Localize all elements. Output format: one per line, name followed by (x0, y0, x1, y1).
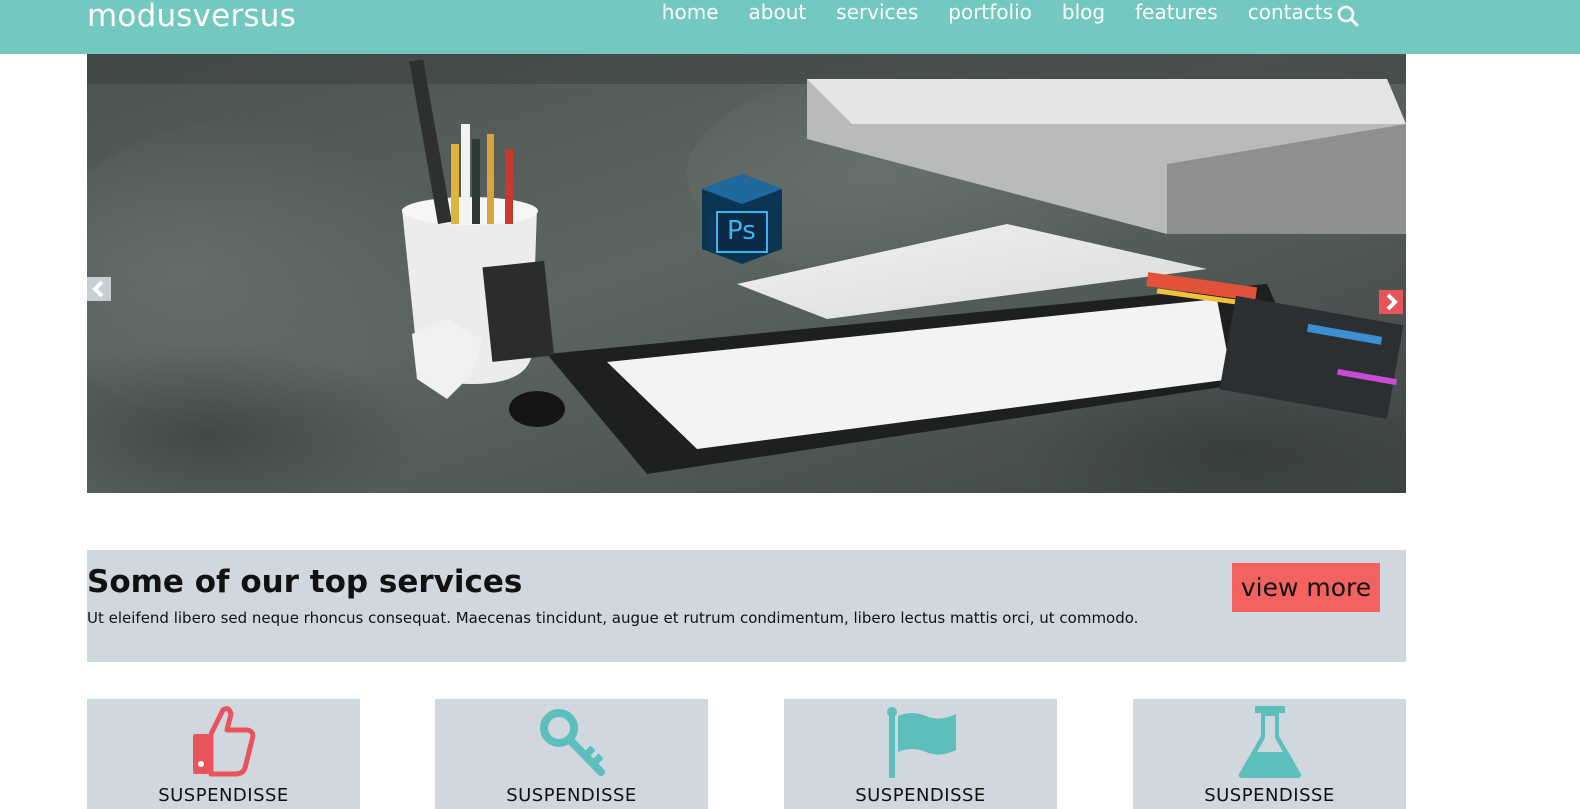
nav-about[interactable]: about (749, 0, 807, 28)
chevron-right-icon (1386, 293, 1398, 311)
nav-home[interactable]: home (662, 0, 719, 28)
main-nav: home about services portfolio blog featu… (662, 0, 1333, 28)
service-card[interactable]: SUSPENDISSE (87, 699, 360, 809)
chevron-left-icon (92, 280, 104, 298)
card-label: SUSPENDISSE (158, 785, 289, 806)
card-label: SUSPENDISSE (855, 785, 986, 806)
nav-contacts[interactable]: contacts (1248, 0, 1333, 28)
nav-blog[interactable]: blog (1062, 0, 1105, 28)
card-label: SUSPENDISSE (1204, 785, 1335, 806)
nav-services[interactable]: services (836, 0, 918, 28)
card-label: SUSPENDISSE (506, 785, 637, 806)
thumbs-up-icon (193, 706, 256, 777)
top-navbar: modusversus home about services portfoli… (0, 0, 1580, 54)
services-title: Some of our top services (87, 564, 523, 600)
service-card[interactable]: SUSPENDISSE (435, 699, 708, 809)
service-card[interactable]: SUSPENDISSE (784, 699, 1057, 809)
slider-prev-button[interactable] (87, 277, 111, 301)
flag-icon (887, 707, 956, 778)
services-banner: Some of our top services Ut eleifend lib… (87, 550, 1406, 662)
key-icon (540, 709, 605, 776)
nav-features[interactable]: features (1135, 0, 1218, 28)
hero-image: Ps (87, 54, 1406, 493)
service-card[interactable]: SUSPENDISSE (1133, 699, 1406, 809)
hero-slider[interactable]: Ps (87, 54, 1406, 493)
view-more-button[interactable]: view more (1232, 563, 1380, 612)
slider-next-button[interactable] (1379, 290, 1403, 314)
nav-portfolio[interactable]: portfolio (948, 0, 1032, 28)
site-logo[interactable]: modusversus (87, 0, 296, 36)
flask-icon (1238, 706, 1302, 778)
services-description: Ut eleifend libero sed neque rhoncus con… (87, 609, 1139, 627)
ps-logo-text: Ps (727, 216, 756, 246)
search-icon[interactable] (1335, 3, 1361, 29)
